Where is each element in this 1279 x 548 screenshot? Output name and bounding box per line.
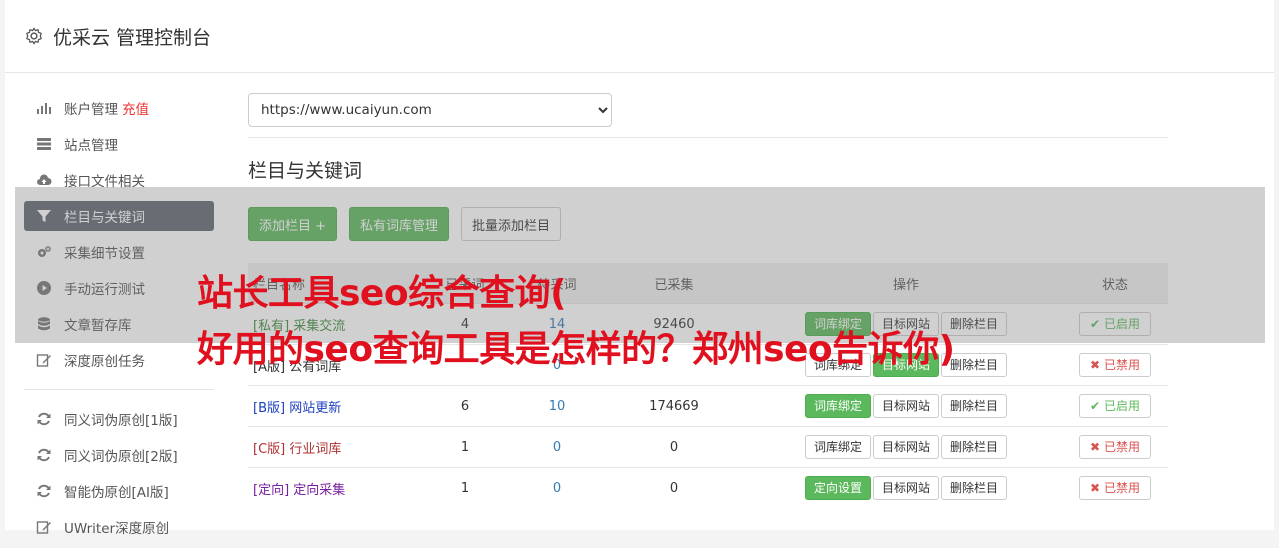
status-badge[interactable]: ✔ 已启用 (1079, 394, 1151, 418)
bind-lib-button[interactable]: 词库绑定 (804, 435, 871, 459)
sidebar-item-label: 智能伪原创[AI版] (64, 485, 169, 501)
sidebar-item-label: 同义词伪原创[1版] (64, 413, 178, 429)
status-label: 已禁用 (1103, 440, 1140, 454)
server-icon (36, 136, 52, 152)
sidebar-item-b-1[interactable]: 同义词伪原创[2版] (24, 440, 214, 470)
status-cell: ✖ 已禁用 (1062, 467, 1168, 508)
column-tag: [B版] (253, 400, 286, 416)
action-cell: 定向设置 目标网站 删除栏目 (750, 467, 1062, 508)
sidebar-item-a-7[interactable]: 深度原创任务 (24, 345, 214, 375)
overlay-title: 站长工具seo综合查询( 好用的seo查询工具是怎样的？郑州seo告诉你) (197, 266, 1257, 378)
table-row: [B版] 网站更新 6 10 174669 词库绑定 目标网站 删除栏目 ✔ 已启用 (248, 385, 1168, 427)
bind-lib-button[interactable]: 定向设置 (804, 476, 871, 500)
edit-icon (36, 519, 52, 535)
section-title: 栏目与关键词 (248, 160, 363, 182)
sidebar-item-b-0[interactable]: 同义词伪原创[1版] (24, 404, 214, 434)
column-name: 定向采集 (293, 482, 346, 498)
edit-icon (36, 352, 52, 368)
sidebar-item-b-3[interactable]: UWriter深度原创 (24, 512, 214, 542)
column-name: 行业词库 (289, 441, 342, 457)
refresh-icon (36, 447, 52, 463)
divider (248, 137, 1168, 138)
sidebar-item-a-0[interactable]: 账户管理 充值 (24, 93, 214, 123)
col-b-cell: 0 (516, 426, 598, 468)
status-label: 已禁用 (1103, 481, 1140, 495)
column-name-cell[interactable]: [C版] 行业词库 (248, 426, 414, 468)
gear-icon (26, 27, 42, 45)
refresh-icon (36, 411, 52, 427)
collected-cell: 0 (598, 467, 750, 508)
cloud-upload-icon (36, 172, 52, 188)
sidebar-item-label: 深度原创任务 (64, 354, 145, 370)
col-b-cell: 10 (516, 385, 598, 427)
target-site-button[interactable]: 目标网站 (872, 394, 939, 418)
refresh-icon (36, 483, 52, 499)
status-label: 已启用 (1103, 399, 1140, 413)
bar-chart-icon (36, 100, 52, 116)
delete-column-button[interactable]: 删除栏目 (941, 394, 1008, 418)
status-cell: ✔ 已启用 (1062, 385, 1168, 427)
sidebar-item-label: UWriter深度原创 (64, 521, 170, 537)
table-row: [C版] 行业词库 1 0 0 词库绑定 目标网站 删除栏目 ✖ 已禁用 (248, 426, 1168, 468)
col-a-cell: 6 (414, 385, 516, 427)
top-header: 优采云 管理控制台 (5, 0, 1274, 73)
target-site-button[interactable]: 目标网站 (872, 435, 939, 459)
column-name-cell[interactable]: [定向] 定向采集 (248, 467, 414, 508)
sidebar-divider (24, 389, 214, 390)
col-a-cell: 1 (414, 467, 516, 508)
sidebar-item-b-2[interactable]: 智能伪原创[AI版] (24, 476, 214, 506)
delete-column-button[interactable]: 删除栏目 (941, 435, 1008, 459)
col-b-cell: 0 (516, 467, 598, 508)
overlay-line-2: 好用的seo查询工具是怎样的？郑州seo告诉你) (197, 329, 955, 370)
app-title: 优采云 管理控制台 (53, 26, 212, 49)
column-tag: [C版] (253, 441, 286, 457)
action-cell: 词库绑定 目标网站 删除栏目 (750, 385, 1062, 427)
table-row: [定向] 定向采集 1 0 0 定向设置 目标网站 删除栏目 ✖ 已禁用 (248, 467, 1168, 508)
bind-lib-button[interactable]: 词库绑定 (804, 394, 871, 418)
sidebar-item-label: 账户管理 (64, 102, 118, 118)
column-name-cell[interactable]: [B版] 网站更新 (248, 385, 414, 427)
column-tag: [定向] (253, 482, 290, 498)
delete-column-button[interactable]: 删除栏目 (941, 476, 1008, 500)
action-cell: 词库绑定 目标网站 删除栏目 (750, 426, 1062, 468)
target-site-button[interactable]: 目标网站 (872, 476, 939, 500)
collected-cell: 0 (598, 426, 750, 468)
site-select[interactable]: https://www.ucaiyun.com (248, 93, 612, 127)
col-a-cell: 1 (414, 426, 516, 468)
recharge-link[interactable]: 充值 (122, 98, 149, 118)
status-badge[interactable]: ✖ 已禁用 (1079, 476, 1151, 500)
sidebar-item-a-1[interactable]: 站点管理 (24, 129, 214, 159)
status-badge[interactable]: ✖ 已禁用 (1079, 435, 1151, 459)
sidebar-item-label: 站点管理 (64, 138, 118, 154)
check-icon: ✔ (1090, 399, 1101, 413)
status-cell: ✖ 已禁用 (1062, 426, 1168, 468)
collected-cell: 174669 (598, 385, 750, 427)
column-name: 网站更新 (289, 400, 342, 416)
overlay-line-1: 站长工具seo综合查询( (197, 273, 567, 314)
sidebar-item-label: 同义词伪原创[2版] (64, 449, 178, 465)
cross-icon: ✖ (1090, 481, 1101, 495)
cross-icon: ✖ (1090, 440, 1101, 454)
